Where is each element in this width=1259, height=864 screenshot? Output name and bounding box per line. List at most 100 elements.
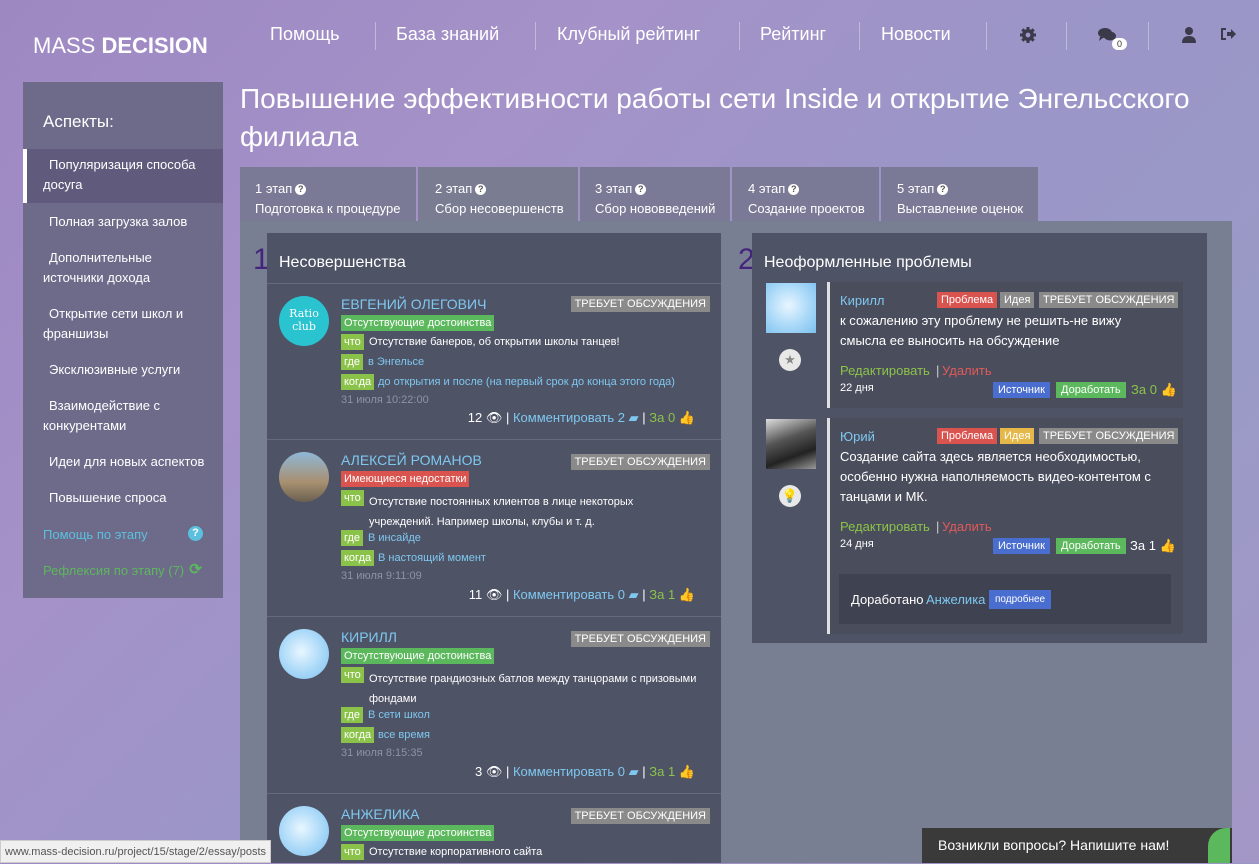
sidebar-item-full-load[interactable]: Полная загрузка залов	[23, 212, 223, 232]
improve-button[interactable]: Доработать	[1056, 538, 1126, 554]
when-label: когда	[341, 550, 375, 566]
source-button[interactable]: Источник	[993, 382, 1050, 398]
sidebar-item-exclusive[interactable]: Эксклюзивные услуги	[23, 360, 223, 380]
problem-text: Создание сайта здесь является необходимо…	[840, 449, 1151, 504]
problem-tag: Проблема	[937, 292, 998, 308]
improved-label: Доработано	[851, 592, 924, 607]
stage-help-link[interactable]: Помощь по этапу	[43, 527, 148, 542]
card-stats: 12 👁 | Комментировать 2 ▰ | За 0 👍	[467, 410, 695, 425]
what-label: что	[341, 490, 364, 506]
vote-button[interactable]: За 0 👍	[649, 410, 695, 425]
author-name[interactable]: АЛЕКСЕЙ РОМАНОВ	[341, 452, 482, 468]
lightbulb-icon[interactable]: 💡	[779, 485, 801, 507]
separator: |	[936, 519, 940, 534]
stage-reflection-link[interactable]: Рефлексия по этапу (7)	[43, 563, 184, 578]
avatar[interactable]	[766, 283, 816, 333]
avatar[interactable]: Ratio club	[279, 296, 329, 346]
thumbs-up-icon: 👍	[678, 764, 695, 779]
edit-link[interactable]: Редактировать	[840, 363, 930, 378]
sidebar-item-new-ideas[interactable]: Идеи для новых аспектов	[23, 452, 223, 472]
support-chat-widget[interactable]: Возникли вопросы? Напишите нам!	[922, 828, 1232, 863]
vote-button[interactable]: За 1 👍	[649, 764, 695, 779]
question-icon: ?	[475, 184, 487, 195]
problem-card: Кирилл Проблема Идея ТРЕБУЕТ ОБСУЖДЕНИЯ …	[827, 282, 1183, 408]
vote-button[interactable]: За 0 👍	[1131, 382, 1177, 398]
tab-label: Подготовка к процедуре	[255, 201, 401, 216]
gear-icon[interactable]	[1018, 26, 1038, 46]
avatar[interactable]	[279, 806, 329, 856]
comment-button[interactable]: Комментировать 0 ▰	[513, 587, 639, 602]
vote-button[interactable]: За 1 👍	[1130, 538, 1176, 554]
problem-card: Юрий Проблема Идея ТРЕБУЕТ ОБСУЖДЕНИЯ Со…	[827, 418, 1183, 634]
sidebar-item-competitors[interactable]: Взаимодействие с конкурентами	[23, 396, 223, 436]
tab-stage-2[interactable]: 2 этап? Сбор несовершенств	[418, 167, 578, 221]
comment-button[interactable]: Комментировать 2 ▰	[513, 410, 639, 425]
improve-button[interactable]: Доработать	[1056, 382, 1126, 398]
tab-stage-4[interactable]: 4 этап? Создание проектов	[732, 167, 879, 221]
user-icon[interactable]	[1179, 26, 1199, 46]
nav-divider	[739, 22, 740, 50]
when-text: все время	[378, 729, 430, 741]
page-title: Повышение эффективности работы сети Insi…	[240, 83, 1190, 152]
source-button[interactable]: Источник	[993, 538, 1050, 554]
list-item: КИРИЛЛ ТРЕБУЕТ ОБСУЖДЕНИЯ Отсутствующие …	[267, 616, 721, 794]
thumbs-up-icon: 👍	[1159, 538, 1176, 553]
nav-news[interactable]: Новости	[881, 24, 951, 45]
thumbs-up-icon: 👍	[1160, 382, 1177, 397]
author-name[interactable]: ЕВГЕНИЙ ОЛЕГОВИЧ	[341, 296, 486, 312]
avatar[interactable]	[279, 629, 329, 679]
tab-stage-1[interactable]: 1 этап? Подготовка к процедуре	[240, 167, 416, 221]
sidebar-item-demand[interactable]: Повышение спроса	[23, 488, 223, 508]
avatar[interactable]	[766, 419, 816, 469]
vote-label: За 1	[649, 587, 676, 602]
card-stats: 3 👁 | Комментировать 0 ▰ | За 1 👍	[474, 764, 695, 779]
list-item: АЛЕКСЕЙ РОМАНОВ ТРЕБУЕТ ОБСУЖДЕНИЯ Имеющ…	[267, 439, 721, 617]
where-label: где	[341, 707, 364, 723]
improved-by-link[interactable]: Анжелика	[926, 592, 985, 607]
edit-link[interactable]: Редактировать	[840, 519, 930, 534]
timestamp: 31 июля 9:11:09	[341, 570, 422, 582]
leaf-icon	[1208, 828, 1230, 863]
eye-icon: 👁	[485, 587, 503, 602]
status-badge: ТРЕБУЕТ ОБСУЖДЕНИЯ	[570, 631, 710, 647]
details-button[interactable]: подробнее	[989, 590, 1052, 609]
unformed-problems-column: Неоформленные проблемы ★ Кирилл Проблема…	[752, 233, 1207, 643]
sidebar-item-franchise[interactable]: Открытие сети школ и франшизы	[23, 304, 223, 344]
what-text: Отсутствие банеров, об открытии школы та…	[369, 336, 620, 348]
chat-count-badge: 0	[1112, 38, 1127, 50]
where-label: где	[341, 530, 364, 546]
sidebar-item-popularization[interactable]: Популяризация способа досуга	[23, 149, 223, 203]
refresh-icon[interactable]: ⟳	[188, 562, 203, 577]
what-text: Отсутствие корпоративного сайта	[369, 846, 543, 858]
problem-tag: Проблема	[937, 428, 998, 444]
avatar[interactable]	[279, 452, 329, 502]
status-bar-url: www.mass-decision.ru/project/15/stage/2/…	[0, 840, 272, 863]
nav-rating[interactable]: Рейтинг	[760, 24, 826, 45]
nav-knowledge-base[interactable]: База знаний	[396, 24, 499, 45]
author-name[interactable]: Юрий	[840, 429, 875, 444]
delete-link[interactable]: Удалить	[942, 363, 992, 378]
vote-button[interactable]: За 1 👍	[649, 587, 695, 602]
tab-stage-3[interactable]: 3 этап? Сбор нововведений	[580, 167, 730, 221]
comment-button[interactable]: Комментировать 0 ▰	[513, 764, 639, 779]
star-icon[interactable]: ★	[779, 349, 801, 371]
question-icon[interactable]: ?	[188, 526, 203, 541]
author-name[interactable]: Кирилл	[840, 293, 885, 308]
logout-icon[interactable]	[1218, 26, 1238, 46]
question-icon: ?	[635, 184, 647, 195]
delete-link[interactable]: Удалить	[942, 519, 992, 534]
views-count: 3	[474, 764, 483, 779]
tab-stage-5[interactable]: 5 этап? Выставление оценок	[881, 167, 1038, 221]
logo[interactable]: MASS DECISION	[33, 33, 208, 59]
idea-tag: Идея	[1000, 292, 1035, 308]
nav-help[interactable]: Помощь	[270, 24, 340, 45]
author-name[interactable]: АНЖЕЛИКА	[341, 806, 419, 822]
sidebar-item-label: Открытие сети школ и франшизы	[43, 306, 184, 341]
problem-text: к сожалению эту проблему не решить-не ви…	[840, 313, 1122, 348]
nav-club-rating[interactable]: Клубный рейтинг	[557, 24, 700, 45]
question-icon: ?	[295, 184, 307, 195]
sidebar-item-label: Полная загрузка залов	[49, 214, 188, 229]
tab-label: Выставление оценок	[897, 201, 1024, 216]
sidebar-item-extra-income[interactable]: Дополнительные источники дохода	[23, 248, 223, 288]
author-name[interactable]: КИРИЛЛ	[341, 629, 397, 645]
